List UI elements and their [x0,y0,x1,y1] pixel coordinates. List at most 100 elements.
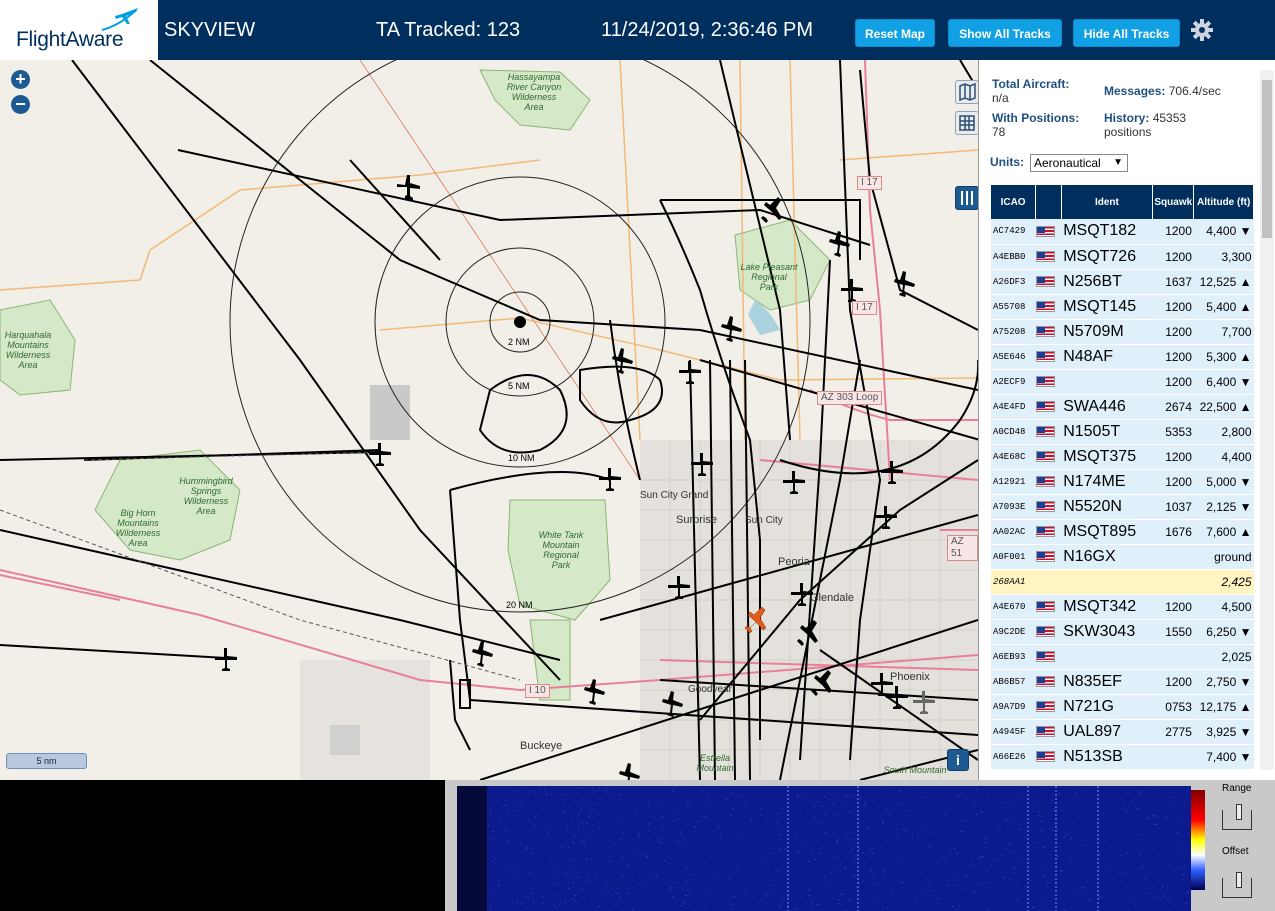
row-ident: N5520N [1061,494,1153,520]
row-squawk: 1037 [1152,494,1194,520]
units-select[interactable]: Aeronautical ▼ [1030,154,1128,172]
place-surprise: Surprise [676,514,717,526]
row-flag [1035,369,1062,395]
row-squawk: 1550 [1152,619,1194,645]
hide-all-tracks-button[interactable]: Hide All Tracks [1073,19,1180,47]
table-row[interactable]: 268AA1 2,425 [991,569,1254,595]
row-altitude: 5,000 ▼ [1193,469,1254,495]
range-label: Range [1222,783,1252,794]
current-datetime: 11/24/2019, 2:36:46 PM [601,19,814,41]
table-row[interactable]: A4E68C MSQT375 1200 4,400 [991,444,1254,470]
row-ident [1061,369,1153,395]
map-scale-bar: 5 nm [6,753,87,769]
map-icon [959,82,976,102]
column-header-flag[interactable] [1035,185,1062,219]
table-row[interactable]: A4945F UAL897 2775 3,925 ▼ [991,719,1254,745]
place-glendale: Glendale [810,592,855,604]
offset-slider[interactable] [1222,872,1252,898]
table-row[interactable]: A5E646 N48AF 1200 5,300 ▲ [991,344,1254,370]
table-row[interactable]: AA02AC MSQT895 1676 7,600 ▲ [991,519,1254,545]
row-squawk: 1200 [1152,469,1194,495]
row-icao: A0F001 [991,544,1036,570]
table-row[interactable]: AC7429 MSQT182 1200 4,400 ▼ [991,219,1254,245]
row-squawk: 2674 [1152,394,1194,420]
toggle-sidebar-button[interactable] [955,186,978,210]
row-altitude: 6,250 ▼ [1193,619,1254,645]
table-row[interactable]: A66E26 N513SB 7,400 ▼ [991,744,1254,770]
table-row[interactable]: A7093E N5520N 1037 2,125 ▼ [991,494,1254,520]
settings-gear-icon[interactable] [1189,17,1215,43]
row-altitude: 2,425 [1193,569,1254,595]
row-flag [1035,619,1062,645]
waterfall-canvas [457,786,1191,911]
row-squawk: 0753 [1152,694,1194,720]
map-info-button[interactable]: i [947,749,969,771]
table-row[interactable]: A2ECF9 1200 6,400 ▼ [991,369,1254,395]
row-flag [1035,569,1062,595]
table-row[interactable]: A0F001 N16GX ground [991,544,1254,570]
table-row[interactable]: A55708 MSQT145 1200 5,400 ▲ [991,294,1254,320]
units-select-value: Aeronautical [1034,156,1101,170]
table-row[interactable]: A75208 N5709M 1200 7,700 [991,319,1254,345]
row-flag [1035,594,1062,620]
row-flag [1035,444,1062,470]
sidebar-scrollbar[interactable] [1260,70,1274,770]
sidebar-scrollbar-thumb[interactable] [1262,80,1272,238]
flightaware-logo[interactable]: FlightAware [0,0,158,60]
row-icao: AC7429 [991,219,1036,245]
us-flag-icon [1035,675,1055,687]
table-row[interactable]: AB6B57 N835EF 1200 2,750 ▼ [991,669,1254,695]
table-row[interactable]: A9A7D9 N721G 0753 12,175 ▲ [991,694,1254,720]
table-row[interactable]: A6EB93 2,025 [991,644,1254,670]
column-header-ident[interactable]: Ident [1061,185,1154,219]
us-flag-icon [1035,300,1055,312]
row-flag [1035,269,1062,295]
table-row[interactable]: A26DF3 N256BT 1637 12,525 ▲ [991,269,1254,295]
row-icao: A2ECF9 [991,369,1036,395]
column-header-icao[interactable]: ICAO [991,185,1037,219]
aircraft-map[interactable]: Hassayampa River Canyon Wilderness Area … [0,60,978,780]
row-ident [1061,644,1153,670]
total-aircraft-value: n/a [992,91,1009,105]
table-row[interactable]: A9C2DE SKW3043 1550 6,250 ▼ [991,619,1254,645]
row-ident: MSQT342 [1061,594,1153,620]
row-altitude: 2,800 [1193,419,1254,445]
table-row[interactable]: A4E670 MSQT342 1200 4,500 [991,594,1254,620]
logo-text: FlightAware [16,28,124,51]
row-ident: N835EF [1061,669,1153,695]
place-big-horn: Big Horn Mountains Wilderness Area [115,508,161,548]
row-icao: A66E26 [991,744,1036,770]
place-harquahala: Harquahala Mountains Wilderness Area [4,330,52,370]
table-row[interactable]: A4E4FD SWA446 2674 22,500 ▲ [991,394,1254,420]
row-ident: N16GX [1061,544,1153,570]
show-all-tracks-button[interactable]: Show All Tracks [948,19,1062,47]
column-header-squawk[interactable]: Squawk [1152,185,1195,219]
spectrum-colorbar [1191,790,1205,890]
zoom-out-button[interactable]: − [11,95,30,114]
map-grid-button[interactable] [955,111,978,135]
row-squawk: 5353 [1152,419,1194,445]
history-label: History: [1104,111,1150,125]
table-row[interactable]: A0CD48 N1505T 5353 2,800 [991,419,1254,445]
column-header-altitude[interactable]: Altitude (ft) [1193,185,1254,219]
range-slider[interactable] [1222,804,1252,830]
place-south-mountain: South Mountain [883,765,947,775]
map-layers-button[interactable] [955,80,978,104]
row-icao: A26DF3 [991,269,1036,295]
with-positions-stat: With Positions: 78 [992,111,1079,139]
table-row[interactable]: A12921 N174ME 1200 5,000 ▼ [991,469,1254,495]
us-flag-icon [1035,500,1055,512]
table-row[interactable]: A4EBB0 MSQT726 1200 3,300 [991,244,1254,270]
zoom-in-button[interactable]: + [11,70,30,89]
row-squawk: 2775 [1152,719,1194,745]
us-flag-icon [1035,225,1055,237]
row-flag [1035,644,1062,670]
map-canvas[interactable] [0,60,978,780]
row-icao: A4E670 [991,594,1036,620]
us-flag-icon [1035,475,1055,487]
row-ident: N1505T [1061,419,1153,445]
reset-map-button[interactable]: Reset Map [855,19,935,47]
row-altitude: 4,400 [1193,444,1254,470]
row-squawk: 1200 [1152,369,1194,395]
row-altitude: 5,400 ▲ [1193,294,1254,320]
